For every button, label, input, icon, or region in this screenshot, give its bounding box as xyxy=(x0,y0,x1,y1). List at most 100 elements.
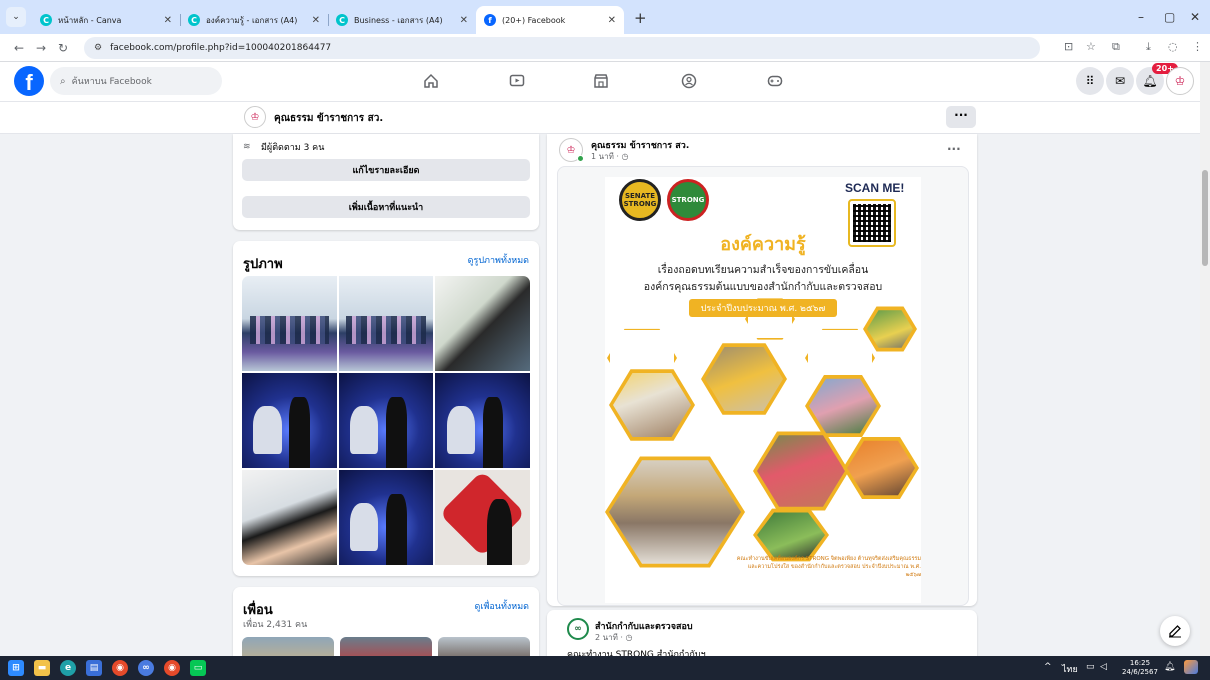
browser-tab[interactable]: C Business - เอกสาร (A4) ✕ xyxy=(328,6,476,34)
close-icon[interactable]: ✕ xyxy=(312,15,320,26)
url-bar[interactable]: ⚙ facebook.com/profile.php?id=1000402018… xyxy=(84,36,1040,59)
group-photo[interactable] xyxy=(338,276,434,371)
see-all-friends-link[interactable]: ดูเพื่อนทั้งหมด xyxy=(475,599,529,613)
photo-grid xyxy=(242,276,530,565)
line-icon[interactable]: ▭ xyxy=(190,660,206,676)
canva-icon: C xyxy=(188,14,200,26)
bookmark-star-icon[interactable]: ☆ xyxy=(1086,40,1096,53)
facebook-icon: f xyxy=(484,14,496,26)
install-icon[interactable]: ⊡ xyxy=(1064,40,1073,53)
profile-name[interactable]: คุณธรรม ข้าราชการ สว. xyxy=(274,111,383,126)
hex-photo xyxy=(701,343,787,415)
robot-photo[interactable] xyxy=(242,373,337,468)
close-icon[interactable]: ✕ xyxy=(460,15,468,26)
canva-icon: C xyxy=(40,14,52,26)
see-all-photos-link[interactable]: ดูรูปภาพทั้งหมด xyxy=(468,253,529,267)
canva-icon: C xyxy=(336,14,348,26)
robot-photo[interactable] xyxy=(435,373,530,468)
new-tab-button[interactable]: + xyxy=(634,9,647,27)
edge-icon[interactable]: e xyxy=(60,660,76,676)
group-photo[interactable] xyxy=(242,276,337,371)
profile-icon[interactable]: ◌ xyxy=(1168,40,1178,53)
infographic-footer: คณะทำงานขับเคลื่อนองค์กร STRONG จิตพอเพี… xyxy=(736,556,921,578)
more-options-button[interactable]: ··· xyxy=(946,106,976,128)
messenger-icon[interactable]: ✉ xyxy=(1106,67,1134,95)
marketplace-icon[interactable] xyxy=(592,72,610,90)
tray-chevron-icon[interactable]: ^ xyxy=(1044,662,1052,672)
browser-tab[interactable]: C องค์ความรู้ - เอกสาร (A4) ✕ xyxy=(180,6,328,34)
selfie-photo[interactable] xyxy=(242,470,337,565)
post-image[interactable]: SENATE STRONG STRONG SCAN ME! องค์ความรู… xyxy=(557,166,969,606)
clock-time: 16:25 xyxy=(1129,659,1151,667)
back-icon[interactable]: ← xyxy=(10,41,28,55)
profile-sticky-bar: ♔ คุณธรรม ข้าราชการ สว. ··· xyxy=(0,102,1200,134)
groups-icon[interactable] xyxy=(680,72,698,90)
robot-photo[interactable] xyxy=(338,470,434,565)
taskbar-clock[interactable]: 16:25 24/6/2567 xyxy=(1122,659,1158,677)
browser-tab-strip: ⌄ C หน้าหลัก - Canva ✕ C องค์ความรู้ - เ… xyxy=(0,0,1210,34)
facebook-header: f ⌕ ค้นหาบน Facebook ⠿ ✉ 🔔︎ 20+ ♔ xyxy=(0,62,1210,102)
post-more-icon[interactable]: ··· xyxy=(947,142,961,156)
address-toolbar: ← → ↻ ⚙ facebook.com/profile.php?id=1000… xyxy=(0,34,1210,62)
hex-photo xyxy=(805,374,881,438)
network-icon[interactable]: ▭ xyxy=(1086,662,1095,672)
photos-card: รูปภาพ ดูรูปภาพทั้งหมด xyxy=(233,241,539,576)
robot-photo[interactable] xyxy=(338,373,434,468)
tray-bell-icon[interactable]: 🔔︎ xyxy=(1164,662,1175,672)
minimize-icon[interactable]: – xyxy=(1138,10,1144,24)
site-info-icon[interactable]: ⚙ xyxy=(94,43,102,53)
intro-card: ≋ มีผู้ติดตาม 3 คน แก้ไขรายละเอียด เพิ่ม… xyxy=(233,134,539,230)
close-icon[interactable]: ✕ xyxy=(164,15,172,26)
booth-photo[interactable] xyxy=(435,276,530,371)
gaming-icon[interactable] xyxy=(766,72,784,90)
search-icon: ⌕ xyxy=(60,75,66,87)
window-close-icon[interactable]: ✕ xyxy=(1190,10,1200,24)
followers-count[interactable]: มีผู้ติดตาม 3 คน xyxy=(261,140,324,154)
home-icon[interactable] xyxy=(422,72,440,90)
facebook-logo[interactable]: f xyxy=(14,66,44,96)
forward-icon[interactable]: → xyxy=(32,41,50,55)
infographic: SENATE STRONG STRONG SCAN ME! องค์ความรู… xyxy=(605,177,921,603)
friends-card: เพื่อน ดูเพื่อนทั้งหมด เพื่อน 2,431 คน xyxy=(233,587,539,667)
post-timestamp[interactable]: 2 นาที · ◷ xyxy=(595,631,632,644)
volume-icon[interactable]: ◁ xyxy=(1100,662,1107,672)
store-icon[interactable]: ▤ xyxy=(86,660,102,676)
close-icon[interactable]: ✕ xyxy=(608,15,616,26)
post-author-avatar[interactable]: ∞ xyxy=(567,618,589,640)
copilot-icon[interactable] xyxy=(1184,660,1198,674)
page-scrollbar[interactable] xyxy=(1200,62,1210,656)
tab-title: (20+) Facebook xyxy=(502,15,566,25)
download-icon[interactable]: ⤓ xyxy=(1146,40,1151,54)
browser-tab-active[interactable]: f (20+) Facebook ✕ xyxy=(476,6,624,34)
extensions-icon[interactable]: ⧉ xyxy=(1112,40,1120,54)
profile-avatar[interactable]: ♔ xyxy=(244,106,266,128)
heart-photo[interactable] xyxy=(435,470,530,565)
kebab-menu-icon[interactable]: ⋮ xyxy=(1192,40,1203,53)
windows-start-icon[interactable]: ⊞ xyxy=(8,660,24,676)
tab-title: องค์ความรู้ - เอกสาร (A4) xyxy=(206,15,298,25)
maximize-icon[interactable]: ▢ xyxy=(1164,10,1175,24)
input-language[interactable]: ไทย xyxy=(1062,662,1078,676)
reload-icon[interactable]: ↻ xyxy=(54,41,72,55)
tab-search-button[interactable]: ⌄ xyxy=(6,7,26,27)
video-icon[interactable] xyxy=(508,72,526,90)
account-avatar[interactable]: ♔ xyxy=(1166,67,1194,95)
chrome-icon[interactable]: ◉ xyxy=(112,660,128,676)
chrome-icon[interactable]: ◉ xyxy=(164,660,180,676)
hex-photo xyxy=(605,456,745,568)
scrollbar-thumb[interactable] xyxy=(1202,170,1208,266)
app-icon[interactable]: ∞ xyxy=(138,660,154,676)
add-featured-button[interactable]: เพิ่มเนื้อหาที่แนะนำ xyxy=(242,196,530,218)
edit-details-button[interactable]: แก้ไขรายละเอียด xyxy=(242,159,530,181)
file-explorer-icon[interactable]: ▬ xyxy=(34,660,50,676)
browser-tab[interactable]: C หน้าหลัก - Canva ✕ xyxy=(32,6,180,34)
facebook-search-input[interactable]: ⌕ ค้นหาบน Facebook xyxy=(50,67,222,95)
hex-photo xyxy=(753,431,849,511)
new-message-button[interactable] xyxy=(1160,616,1190,646)
scan-me-label: SCAN ME! xyxy=(845,181,905,195)
photos-title: รูปภาพ xyxy=(243,257,283,272)
search-placeholder: ค้นหาบน Facebook xyxy=(71,77,152,87)
post-timestamp[interactable]: 1 นาที · ◷ xyxy=(591,150,628,163)
menu-grid-icon[interactable]: ⠿ xyxy=(1076,67,1104,95)
friends-count: เพื่อน 2,431 คน xyxy=(243,620,308,630)
